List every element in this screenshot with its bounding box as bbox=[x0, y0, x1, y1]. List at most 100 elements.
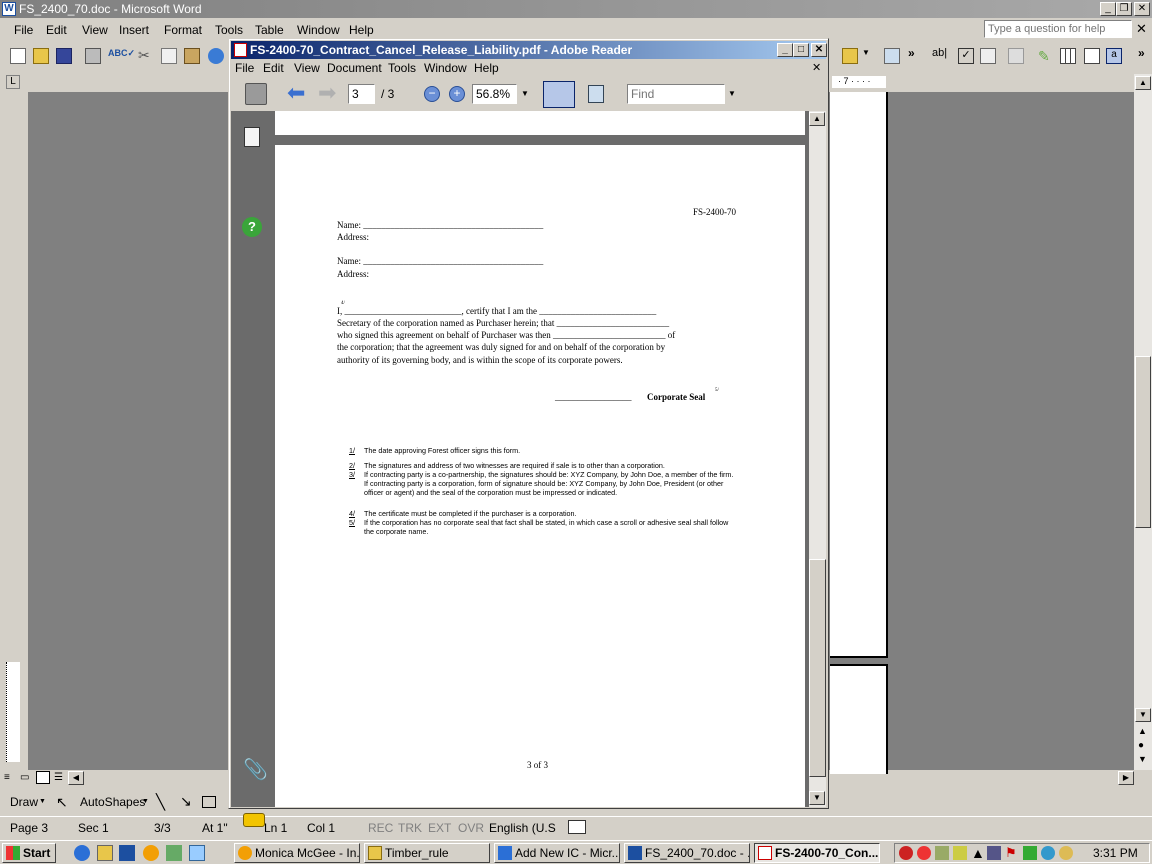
word-menu-file[interactable]: File bbox=[14, 23, 33, 37]
start-button[interactable]: Start bbox=[2, 843, 56, 863]
autoshapes-menu[interactable]: AutoShapes bbox=[80, 795, 145, 809]
cut-icon[interactable]: ✂ bbox=[138, 47, 154, 63]
reader-doc-close-icon[interactable]: ✕ bbox=[812, 61, 821, 74]
word-quicklaunch-icon[interactable] bbox=[119, 845, 135, 861]
pdf-scroll-thumb[interactable] bbox=[809, 559, 826, 777]
reader-menu-document[interactable]: Document bbox=[327, 61, 382, 75]
next-page-icon[interactable]: ▼ bbox=[1138, 754, 1147, 764]
dropdown-arrow-icon[interactable]: ▼ bbox=[862, 48, 878, 64]
reader-minimize-button[interactable]: _ bbox=[777, 43, 793, 57]
task-add-new-ic[interactable]: Add New IC - Micr... bbox=[494, 843, 620, 863]
pdf-scroll-up-arrow-icon[interactable]: ▲ bbox=[809, 112, 825, 126]
select-browse-object-icon[interactable]: ● bbox=[1138, 740, 1144, 751]
web-layout-icon[interactable]: ▭ bbox=[20, 772, 29, 783]
pdf-scroll-down-arrow-icon[interactable]: ▼ bbox=[809, 791, 825, 805]
tray-app-icon[interactable] bbox=[1059, 846, 1073, 860]
word-menu-insert[interactable]: Insert bbox=[119, 23, 149, 37]
tray-network-icon[interactable] bbox=[987, 846, 1001, 860]
tray-sync-icon[interactable] bbox=[1023, 846, 1037, 860]
tray-triangle-icon[interactable]: ▲ bbox=[971, 845, 985, 861]
open-folder-icon[interactable] bbox=[33, 48, 49, 64]
next-page-icon[interactable]: ➡ bbox=[318, 80, 336, 106]
arrow-tool-icon[interactable]: ↘ bbox=[180, 793, 192, 810]
word-restore-button[interactable]: ❐ bbox=[1116, 2, 1132, 16]
outline-view-icon[interactable]: ☰ bbox=[54, 772, 63, 783]
status-ovr[interactable]: OVR bbox=[458, 821, 484, 835]
network-quicklaunch-icon[interactable] bbox=[166, 845, 182, 861]
reader-menu-help[interactable]: Help bbox=[474, 61, 499, 75]
status-ext[interactable]: EXT bbox=[428, 821, 451, 835]
zoom-level-input[interactable] bbox=[472, 84, 517, 104]
ie-quicklaunch-icon[interactable] bbox=[74, 845, 90, 861]
print-icon[interactable] bbox=[85, 48, 101, 64]
zoom-in-icon[interactable]: + bbox=[449, 86, 465, 102]
tray-pencil-icon[interactable] bbox=[953, 846, 967, 860]
word-doc-close-icon[interactable]: ✕ bbox=[1136, 21, 1147, 37]
previous-page-icon[interactable]: ⬅ bbox=[287, 80, 305, 106]
task-monica-mcgee[interactable]: Monica McGee - In... bbox=[234, 843, 360, 863]
reader-close-button[interactable]: ✕ bbox=[811, 43, 827, 57]
reader-menu-file[interactable]: File bbox=[235, 61, 254, 75]
zoom-dropdown-icon[interactable]: ▼ bbox=[521, 89, 529, 98]
frame-icon[interactable] bbox=[1084, 48, 1100, 64]
word-menu-edit[interactable]: Edit bbox=[46, 23, 67, 37]
reader-menu-view[interactable]: View bbox=[294, 61, 320, 75]
checkbox-form-field-icon[interactable]: ✓ bbox=[958, 48, 974, 64]
word-menu-format[interactable]: Format bbox=[164, 23, 202, 37]
task-word-document[interactable]: FS_2400_70.doc - ... bbox=[624, 843, 750, 863]
reader-menu-window[interactable]: Window bbox=[424, 61, 467, 75]
save-icon[interactable] bbox=[56, 48, 72, 64]
zoom-out-icon[interactable]: − bbox=[424, 86, 440, 102]
text-form-field-icon[interactable]: ab| bbox=[932, 47, 948, 63]
hscroll-left-arrow-icon[interactable]: ◀ bbox=[68, 771, 84, 785]
draw-dropdown-icon[interactable]: ▼ bbox=[39, 798, 46, 805]
new-document-icon[interactable] bbox=[10, 48, 26, 64]
notes-quicklaunch-icon[interactable] bbox=[97, 845, 113, 861]
help-question-input[interactable] bbox=[984, 20, 1132, 38]
task-timber-rule[interactable]: Timber_rule bbox=[364, 843, 490, 863]
tray-security-icon[interactable] bbox=[917, 846, 931, 860]
tray-flag-icon[interactable]: ⚑ bbox=[1005, 845, 1017, 861]
spelling-status-icon[interactable] bbox=[568, 820, 586, 834]
find-dropdown-icon[interactable]: ▼ bbox=[728, 89, 736, 98]
print-icon[interactable] bbox=[245, 83, 267, 105]
hyperlink-icon[interactable] bbox=[208, 48, 224, 64]
scroll-down-arrow-icon[interactable]: ▼ bbox=[1135, 708, 1151, 722]
task-adobe-reader[interactable]: FS-2400-70_Con... bbox=[754, 843, 880, 863]
word-menu-view[interactable]: View bbox=[82, 23, 108, 37]
copy-icon[interactable] bbox=[161, 48, 177, 64]
tray-tools-icon[interactable] bbox=[935, 846, 949, 860]
reader-menu-edit[interactable]: Edit bbox=[263, 61, 284, 75]
word-menu-window[interactable]: Window bbox=[297, 23, 340, 37]
fit-width-icon[interactable] bbox=[543, 81, 575, 108]
status-rec[interactable]: REC bbox=[368, 821, 393, 835]
find-input[interactable] bbox=[627, 84, 725, 104]
hscroll-right-arrow-icon[interactable]: ▶ bbox=[1118, 771, 1134, 785]
autoshapes-dropdown-icon[interactable]: ▼ bbox=[142, 798, 149, 805]
reader-maximize-button[interactable]: □ bbox=[793, 43, 809, 57]
tray-clock[interactable]: 3:31 PM bbox=[1093, 846, 1138, 860]
scroll-thumb[interactable] bbox=[1135, 356, 1151, 528]
pages-panel-icon[interactable] bbox=[244, 127, 260, 147]
rectangle-tool-icon[interactable] bbox=[202, 796, 216, 808]
toolbar-overflow-2-icon[interactable]: » bbox=[1138, 46, 1152, 62]
pdf-vertical-scrollbar[interactable]: ▲ ▼ bbox=[809, 111, 826, 807]
page-number-input[interactable] bbox=[348, 84, 375, 104]
word-close-button[interactable]: ✕ bbox=[1134, 2, 1150, 16]
word-menu-help[interactable]: Help bbox=[349, 23, 374, 37]
app-quicklaunch-icon[interactable] bbox=[143, 845, 159, 861]
insert-table-icon[interactable] bbox=[1060, 48, 1076, 64]
toolbar-overflow-icon[interactable]: » bbox=[908, 46, 924, 62]
fit-page-icon[interactable] bbox=[588, 85, 604, 103]
word-menu-table[interactable]: Table bbox=[255, 23, 284, 37]
previous-page-icon[interactable]: ▲ bbox=[1138, 726, 1147, 736]
word-vertical-scrollbar[interactable]: ▲ ▼ ▲ ● ▼ bbox=[1134, 74, 1152, 770]
scroll-up-arrow-icon[interactable]: ▲ bbox=[1135, 76, 1151, 90]
forms-folder-icon[interactable] bbox=[842, 48, 858, 64]
comments-icon[interactable] bbox=[243, 813, 265, 827]
paste-icon[interactable] bbox=[184, 48, 200, 64]
attachments-icon[interactable]: 📎 bbox=[243, 757, 268, 782]
explorer-quicklaunch-icon[interactable] bbox=[189, 845, 205, 861]
draw-menu[interactable]: Draw bbox=[10, 795, 38, 809]
word-menu-tools[interactable]: Tools bbox=[215, 23, 243, 37]
